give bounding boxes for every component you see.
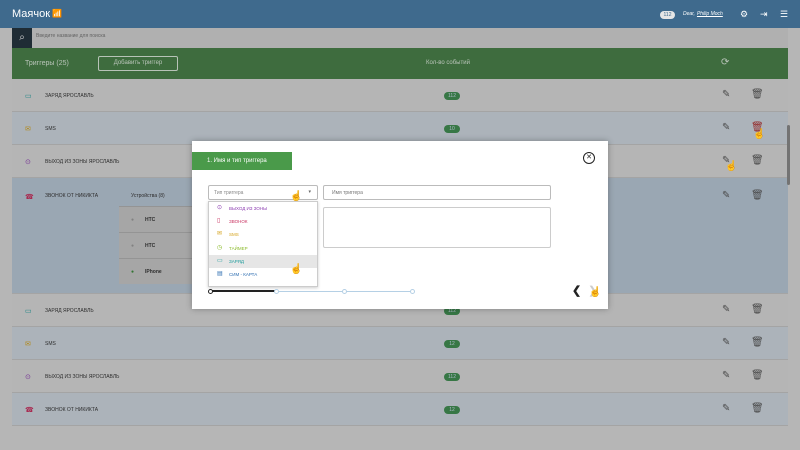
sim-card-icon: ▤ <box>217 270 223 277</box>
option-label: SMS <box>229 232 239 238</box>
user-name-link[interactable]: Philip Moch <box>697 11 723 17</box>
sms-icon: ✉ <box>217 231 223 238</box>
menu-hamburger-icon[interactable]: ☰ <box>780 9 788 20</box>
pointer-hand-icon: ☝ <box>589 287 602 298</box>
zone-exit-icon: ⊙ <box>217 205 223 211</box>
type-option-timer[interactable]: ◷ ТАЙМЕР <box>209 242 317 255</box>
wizard-progress <box>208 289 415 294</box>
option-label: ЗВОНОК <box>229 219 248 225</box>
option-label: ТАЙМЕР <box>229 245 248 251</box>
prev-step-chevron-icon[interactable]: ❮ <box>572 284 581 297</box>
pointer-hand-icon: ☝ <box>753 129 766 140</box>
type-option-call[interactable]: ▯ ЗВОНОК <box>209 215 317 228</box>
signal-tower-icon: 📶 <box>52 9 62 18</box>
user-greeting: Dear, Philip Moch <box>683 11 723 17</box>
logout-icon[interactable]: ⇥ <box>760 9 768 20</box>
timer-icon: ◷ <box>217 244 223 251</box>
type-option-sms[interactable]: ✉ SMS <box>209 228 317 241</box>
step-node[interactable] <box>410 289 415 294</box>
option-label: СИМ - КАРТА <box>229 271 258 277</box>
phone-icon: ▯ <box>217 218 221 225</box>
pointer-hand-icon: ☝ <box>290 191 303 202</box>
type-option-zone-exit[interactable]: ⊙ ВЫХОД ИЗ ЗОНЫ <box>209 202 317 215</box>
progress-fill <box>210 290 278 292</box>
pointer-hand-icon: ☝ <box>725 161 738 172</box>
option-label: ВЫХОД ИЗ ЗОНЫ <box>229 206 268 211</box>
trigger-type-placeholder: Тип триггера <box>214 190 244 196</box>
close-icon[interactable]: ✕ <box>583 152 595 164</box>
trigger-name-input[interactable] <box>323 185 551 200</box>
greeting-text: Dear, <box>683 11 695 17</box>
app-title: Маячок <box>12 8 51 20</box>
step-node[interactable] <box>208 289 213 294</box>
step-title: 1. Имя и тип триггера <box>192 152 292 170</box>
trigger-settings-area[interactable] <box>323 207 551 248</box>
battery-icon: ▭ <box>217 257 223 264</box>
option-label: ЗАРЯД <box>229 258 244 264</box>
step-node[interactable] <box>274 289 279 294</box>
chevron-down-icon: ▾ <box>308 189 311 195</box>
create-trigger-dialog: 1. Имя и тип триггера ✕ Тип триггера ▾ ⊙… <box>192 141 608 309</box>
top-bar: Маячок 📶 112 Dear, Philip Moch ⚙ ⇥ ☰ <box>0 0 800 28</box>
step-node[interactable] <box>342 289 347 294</box>
pointer-hand-icon: ☝ <box>290 264 303 275</box>
settings-gear-icon[interactable]: ⚙ <box>740 9 748 20</box>
notification-badge[interactable]: 112 <box>660 11 675 19</box>
